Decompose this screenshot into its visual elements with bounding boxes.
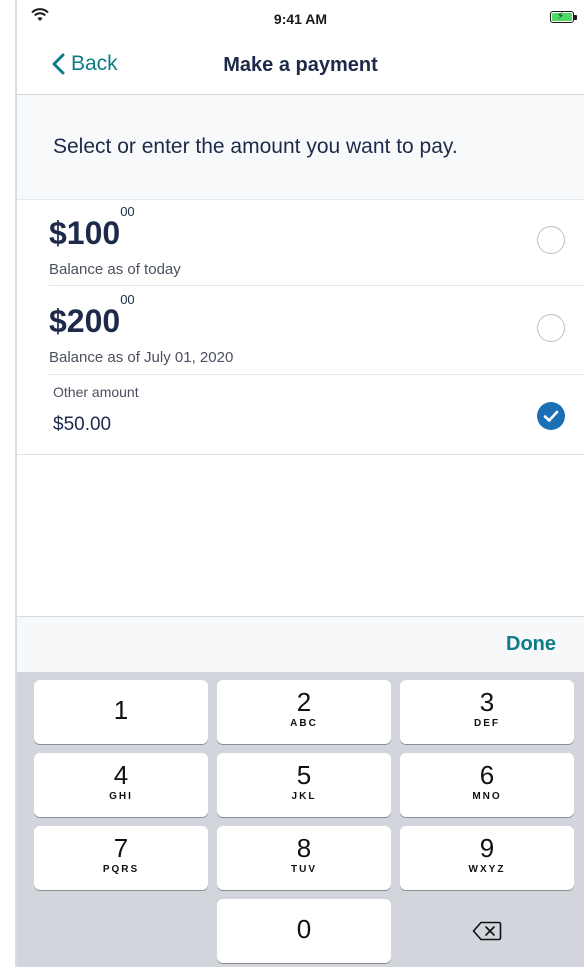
payment-option-balance-july[interactable]: $20000 Balance as of July 01, 2020 <box>17 287 584 375</box>
status-time: 9:41 AM <box>273 11 328 27</box>
phone-screen: 9:41 AM ⚡ Back Make a payment Select or … <box>17 0 584 967</box>
key-5[interactable]: 5 JKL <box>217 753 391 817</box>
key-4[interactable]: 4 GHI <box>34 753 208 817</box>
key-0[interactable]: 0 <box>217 899 391 963</box>
radio-button[interactable] <box>537 226 565 254</box>
key-6[interactable]: 6 MNO <box>400 753 574 817</box>
row-divider <box>49 374 584 375</box>
radio-button[interactable] <box>537 314 565 342</box>
instruction-text: Select or enter the amount you want to p… <box>53 135 458 158</box>
option-amount: $20000 <box>49 292 135 339</box>
navigation-bar: Back Make a payment <box>17 36 584 95</box>
keyboard-toolbar: Done <box>17 616 584 673</box>
row-divider <box>49 285 584 286</box>
delete-button[interactable] <box>400 899 574 963</box>
option-cents: 00 <box>120 292 135 308</box>
option-description: Balance as of today <box>49 261 181 278</box>
key-9[interactable]: 9 WXYZ <box>400 826 574 890</box>
backspace-icon <box>472 921 502 941</box>
option-amount: $10000 <box>49 204 135 251</box>
section-divider <box>17 454 584 455</box>
other-amount-input[interactable]: $50.00 <box>53 414 111 436</box>
key-3[interactable]: 3 DEF <box>400 680 574 744</box>
battery-charging-icon: ⚡ <box>550 11 574 23</box>
radio-button-selected[interactable] <box>537 402 565 430</box>
key-1[interactable]: 1 <box>34 680 208 744</box>
checkmark-icon <box>543 410 559 422</box>
key-2[interactable]: 2 ABC <box>217 680 391 744</box>
status-bar: 9:41 AM ⚡ <box>17 0 584 36</box>
battery-tip <box>574 15 577 20</box>
payment-option-other-amount[interactable]: Other amount $50.00 <box>17 376 584 454</box>
done-button[interactable]: Done <box>506 633 556 656</box>
key-7[interactable]: 7 PQRS <box>34 826 208 890</box>
key-8[interactable]: 8 TUV <box>217 826 391 890</box>
option-cents: 00 <box>120 204 135 220</box>
instruction-banner: Select or enter the amount you want to p… <box>17 95 584 200</box>
page-title: Make a payment <box>223 54 378 76</box>
payment-option-balance-today[interactable]: $10000 Balance as of today <box>17 199 584 286</box>
left-edge <box>0 0 16 967</box>
option-description: Balance as of July 01, 2020 <box>49 349 234 366</box>
numeric-keypad: 1 2 ABC 3 DEF 4 GHI 5 JKL 6 MNO 7 PQRS 8 TUV 9W… <box>17 672 584 967</box>
other-amount-label: Other amount <box>53 384 139 400</box>
